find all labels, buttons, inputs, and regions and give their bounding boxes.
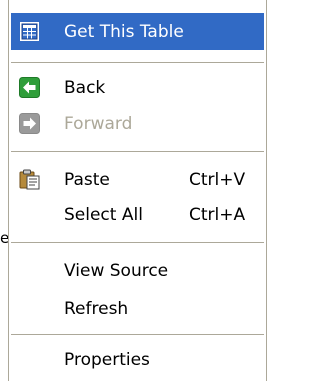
menu-separator [11, 62, 264, 64]
back-arrow-icon [19, 77, 40, 98]
context-menu: Get This Table Back Forward Paste Ctrl+V… [8, 0, 267, 381]
menu-item-label: Forward [64, 113, 133, 134]
menu-item-label: Refresh [64, 298, 129, 319]
menu-item-select-all[interactable]: Select All Ctrl+A [9, 196, 266, 233]
menu-item-label: Paste [64, 169, 110, 190]
menu-item-refresh[interactable]: Refresh [9, 290, 266, 327]
clipboard-icon [19, 169, 40, 190]
menu-item-label: Properties [64, 349, 150, 370]
menu-item-label: Get This Table [64, 21, 184, 42]
menu-item-label: View Source [64, 260, 169, 281]
menu-item-shortcut: Ctrl+A [189, 204, 246, 225]
menu-item-label: Select All [64, 204, 143, 225]
menu-item-forward[interactable]: Forward [9, 105, 266, 142]
menu-separator [11, 334, 264, 336]
menu-item-get-this-table[interactable]: Get This Table [11, 13, 264, 50]
menu-separator [11, 242, 264, 244]
menu-separator [11, 151, 264, 153]
table-icon [19, 21, 40, 42]
menu-item-paste[interactable]: Paste Ctrl+V [9, 161, 266, 198]
menu-item-label: Back [64, 77, 106, 98]
menu-item-properties[interactable]: Properties [9, 341, 266, 378]
forward-arrow-icon [19, 113, 40, 134]
menu-item-back[interactable]: Back [9, 69, 266, 106]
menu-item-view-source[interactable]: View Source [9, 252, 266, 289]
menu-item-shortcut: Ctrl+V [189, 169, 246, 190]
